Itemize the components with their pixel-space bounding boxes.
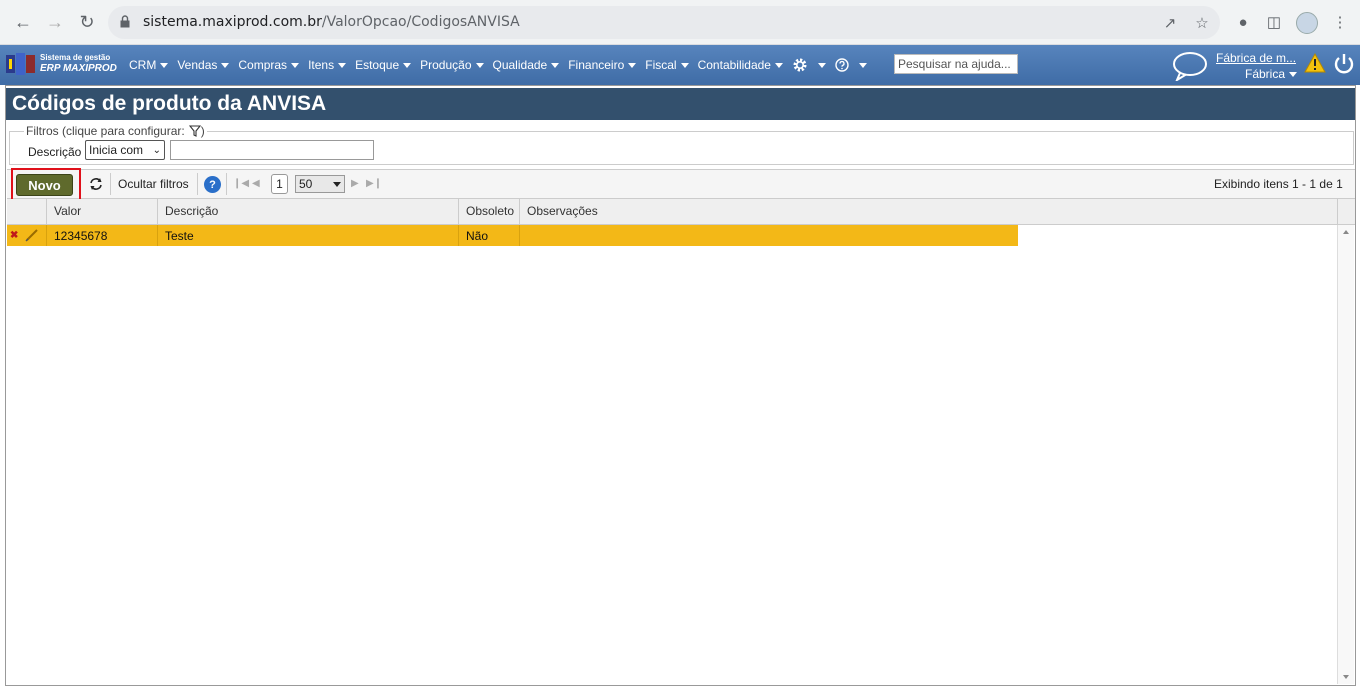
page-size-select[interactable]: 50: [295, 175, 345, 193]
menu-estoque[interactable]: Estoque: [355, 58, 412, 72]
caret-down-icon: [817, 62, 826, 68]
caret-down-icon: [628, 62, 637, 68]
question-circle-icon: [835, 58, 849, 72]
cell-obsoleto: Não: [458, 225, 519, 246]
caret-down-icon: [858, 62, 867, 68]
main-menu: CRM Vendas Compras Itens Estoque Produçã…: [129, 45, 876, 85]
refresh-icon[interactable]: [88, 176, 104, 192]
first-page-icon[interactable]: ❙◀: [233, 178, 249, 189]
company-selector[interactable]: Fábrica: [1245, 67, 1298, 81]
new-button[interactable]: Novo: [16, 174, 73, 196]
caret-down-icon: [403, 62, 412, 68]
filter-funnel-icon[interactable]: [188, 125, 201, 137]
grid-scrollbar[interactable]: [1337, 225, 1354, 684]
menu-producao[interactable]: Produção: [420, 58, 484, 72]
last-page-icon[interactable]: ▶❙: [366, 178, 382, 189]
caret-down-icon: [475, 62, 484, 68]
power-icon[interactable]: [1332, 52, 1356, 76]
filter-description-label: Descrição: [28, 145, 82, 159]
app-menu-bar: Sistema de gestão ERP MAXIPROD CRM Venda…: [0, 45, 1360, 85]
help-search-input[interactable]: Pesquisar na ajuda...: [894, 54, 1018, 74]
column-header-descricao[interactable]: Descrição: [157, 199, 458, 225]
menu-help[interactable]: [835, 58, 867, 72]
filter-description-input[interactable]: [170, 140, 374, 160]
scroll-down-icon[interactable]: [1343, 675, 1349, 679]
forward-arrow-icon[interactable]: →: [44, 11, 66, 33]
toolbar-separator: [110, 173, 111, 195]
page-size-value: 50: [299, 177, 313, 191]
cell-valor: 12345678: [46, 225, 157, 246]
grid-header: Valor Descrição Obsoleto Observações: [7, 199, 1355, 225]
menu-vendas[interactable]: Vendas: [177, 58, 230, 72]
caret-down-icon: [291, 62, 300, 68]
column-header-obsoleto[interactable]: Obsoleto: [458, 199, 519, 225]
menu-contabilidade[interactable]: Contabilidade: [698, 58, 783, 72]
column-header-valor[interactable]: Valor: [46, 199, 157, 225]
logo-line2: ERP MAXIPROD: [40, 63, 117, 74]
column-header-observacoes[interactable]: Observações: [519, 199, 1338, 225]
menu-itens[interactable]: Itens: [308, 58, 347, 72]
caret-down-icon: [1289, 71, 1298, 77]
chevron-down-icon: ⌄: [152, 144, 161, 156]
side-panel-icon[interactable]: ◫: [1264, 12, 1284, 32]
toolbar-separator: [197, 173, 198, 195]
caret-down-icon: [160, 62, 169, 68]
hide-filters-button[interactable]: Ocultar filtros: [118, 177, 189, 191]
cell-descricao: Teste: [157, 225, 458, 246]
back-arrow-icon[interactable]: ←: [12, 11, 34, 33]
cell-observacoes: [519, 225, 1018, 246]
delete-icon[interactable]: ✖: [10, 230, 18, 241]
page-title: Códigos de produto da ANVISA: [12, 92, 327, 115]
url-text: sistema.maxiprod.com.br/ValorOpcao/Codig…: [143, 14, 520, 30]
table-row[interactable]: ✖ 12345678 Teste Não: [7, 225, 1018, 246]
chat-bubble-icon[interactable]: [1172, 51, 1208, 81]
url-host: sistema.maxiprod.com.br: [143, 14, 322, 30]
more-menu-icon[interactable]: ⋮: [1330, 12, 1350, 32]
reload-icon[interactable]: ↻: [76, 11, 98, 33]
page-header: Códigos de produto da ANVISA: [6, 88, 1355, 120]
menu-qualidade[interactable]: Qualidade: [493, 58, 560, 72]
menu-compras[interactable]: Compras: [238, 58, 300, 72]
next-page-icon[interactable]: ▶: [351, 178, 359, 189]
caret-down-icon: [551, 62, 560, 68]
menu-crm[interactable]: CRM: [129, 58, 169, 72]
items-count-info: Exibindo itens 1 - 1 de 1: [1214, 177, 1343, 191]
menu-fiscal[interactable]: Fiscal: [645, 58, 689, 72]
caret-down-icon: [221, 62, 230, 68]
filter-mode-value: Inicia com: [89, 143, 144, 157]
share-icon[interactable]: ↗: [1160, 13, 1180, 33]
warning-icon[interactable]: [1304, 53, 1326, 73]
filter-mode-select[interactable]: Inicia com ⌄: [85, 140, 165, 160]
prev-page-icon[interactable]: ◀: [252, 178, 260, 189]
company-link[interactable]: Fábrica de m...: [1216, 51, 1296, 65]
lock-icon: [120, 15, 130, 28]
caret-down-icon: [680, 62, 689, 68]
help-icon[interactable]: ?: [204, 176, 221, 193]
profile-avatar[interactable]: [1296, 12, 1318, 34]
gear-icon: [793, 58, 807, 72]
scroll-up-icon[interactable]: [1343, 230, 1349, 234]
browser-toolbar: ← → ↻ sistema.maxiprod.com.br/ValorOpcao…: [0, 0, 1360, 45]
maxiprod-logo-icon: [6, 53, 35, 75]
extensions-icon[interactable]: ●: [1233, 12, 1253, 32]
caret-down-icon: [333, 181, 341, 187]
menu-settings[interactable]: [792, 57, 826, 73]
edit-pencil-icon[interactable]: [25, 228, 39, 242]
logo-line1: Sistema de gestão: [40, 53, 111, 62]
caret-down-icon: [338, 62, 347, 68]
filters-legend[interactable]: Filtros (clique para configurar: ): [24, 124, 207, 138]
url-path: /ValorOpcao/CodigosANVISA: [321, 14, 520, 30]
filters-legend-end: ): [200, 124, 205, 138]
current-page[interactable]: 1: [271, 174, 288, 194]
filters-legend-text: Filtros (clique para configurar:: [26, 124, 185, 138]
star-icon[interactable]: ☆: [1192, 13, 1212, 33]
address-bar[interactable]: sistema.maxiprod.com.br/ValorOpcao/Codig…: [108, 6, 1220, 39]
caret-down-icon: [774, 62, 783, 68]
menu-financeiro[interactable]: Financeiro: [568, 58, 637, 72]
toolbar-separator: [226, 173, 227, 195]
